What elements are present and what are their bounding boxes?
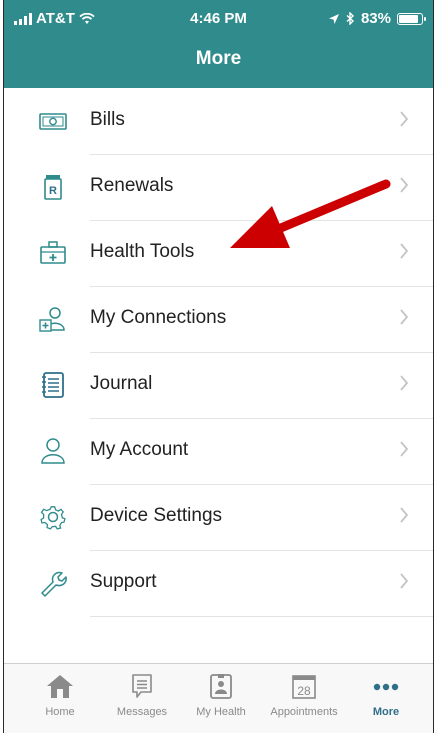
menu-item-bills[interactable]: Bills — [4, 88, 433, 155]
tab-bar: Home Messages My Health 28 Appointments … — [4, 663, 433, 733]
battery-percent: 83% — [360, 10, 391, 27]
chevron-right-icon — [400, 309, 409, 325]
menu-item-label: Renewals — [90, 175, 174, 196]
tab-label: Appointments — [270, 706, 338, 718]
menu-item-support[interactable]: Support — [4, 550, 433, 617]
chevron-right-icon — [400, 375, 409, 391]
menu-item-label: Support — [90, 571, 157, 592]
menu-item-journal[interactable]: Journal — [4, 352, 433, 419]
status-bar: AT&T 4:46 PM 83% — [4, 0, 433, 34]
more-dots-icon — [373, 683, 399, 691]
menu-item-renewals[interactable]: R Renewals — [4, 154, 433, 221]
journal-icon — [42, 372, 64, 398]
home-icon — [47, 675, 73, 698]
tab-label: Messages — [116, 706, 168, 718]
chevron-right-icon — [400, 441, 409, 457]
tab-messages[interactable]: Messages — [99, 672, 185, 718]
tab-more[interactable]: More — [343, 672, 429, 718]
menu-item-device-settings[interactable]: Device Settings — [4, 484, 433, 551]
menu-item-my-connections[interactable]: My Connections — [4, 286, 433, 353]
chevron-right-icon — [400, 177, 409, 193]
bluetooth-icon — [346, 12, 354, 25]
tab-label: More — [372, 706, 400, 718]
svg-text:R: R — [49, 185, 57, 197]
menu-item-label: My Connections — [90, 307, 227, 328]
menu-item-label: My Account — [90, 439, 189, 460]
person-icon — [41, 438, 65, 464]
calendar-day: 28 — [297, 684, 311, 698]
tab-my-health[interactable]: My Health — [178, 672, 264, 718]
tab-label: Home — [45, 706, 75, 718]
tab-appointments[interactable]: 28 Appointments — [261, 672, 347, 718]
more-menu-list: Bills R Renewals Health Tools My Connect… — [4, 88, 433, 617]
status-right: 83% — [328, 10, 426, 27]
gear-icon — [40, 506, 66, 530]
page-title: More — [195, 48, 242, 69]
tab-home[interactable]: Home — [17, 672, 103, 718]
chevron-right-icon — [400, 243, 409, 259]
chevron-right-icon — [400, 573, 409, 589]
menu-item-label: Bills — [90, 109, 125, 130]
my-health-icon — [210, 674, 232, 699]
menu-item-label: Health Tools — [90, 241, 195, 262]
chevron-right-icon — [400, 507, 409, 523]
menu-item-label: Journal — [90, 373, 153, 394]
wrench-icon — [41, 571, 67, 597]
chevron-right-icon — [400, 111, 409, 127]
menu-item-label: Device Settings — [90, 505, 223, 526]
location-icon — [328, 13, 339, 24]
calendar-icon: 28 — [292, 675, 316, 699]
phone-screen: AT&T 4:46 PM 83% More Bills R Renewals H… — [3, 0, 434, 733]
connections-icon — [39, 307, 65, 332]
bills-icon — [39, 113, 67, 130]
medical-kit-icon — [40, 241, 66, 264]
messages-icon — [132, 674, 152, 698]
battery-icon — [397, 12, 426, 25]
menu-item-my-account[interactable]: My Account — [4, 418, 433, 485]
prescription-icon: R — [44, 175, 62, 200]
tab-label: My Health — [196, 706, 246, 718]
menu-item-health-tools[interactable]: Health Tools — [4, 220, 433, 287]
top-bar: AT&T 4:46 PM 83% More — [4, 0, 433, 88]
